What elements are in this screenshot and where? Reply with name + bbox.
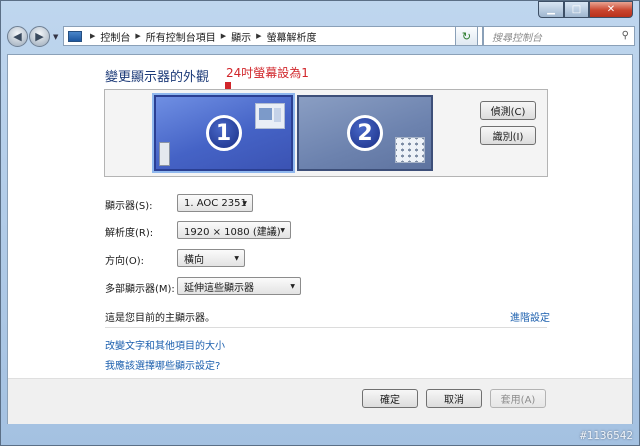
chevron-right-icon[interactable]: ▶ — [90, 32, 95, 40]
taskbar-thumbnail-icon — [159, 142, 170, 166]
content-panel: 變更顯示器的外觀 24吋螢幕設為1 1 2 偵測(C) 識別(I) 顯示器(S)… — [7, 54, 633, 424]
multiple-displays-select-value: 延伸這些顯示器 — [184, 282, 254, 294]
recent-pages-dropdown-icon[interactable]: ▼ — [53, 33, 58, 41]
app-grid-thumbnail-icon — [395, 137, 425, 163]
forward-arrow-icon: ▶ — [35, 30, 44, 43]
multiple-displays-select[interactable]: 延伸這些顯示器 ▼ — [177, 277, 301, 295]
chevron-down-icon: ▼ — [290, 283, 295, 290]
monitor-number-badge: 2 — [347, 115, 383, 151]
breadcrumb-control-panel[interactable]: 控制台 — [100, 29, 130, 44]
back-button[interactable]: ◀ — [7, 26, 28, 47]
monitor-1[interactable]: 1 — [152, 93, 295, 173]
breadcrumb-screen-resolution[interactable]: 螢幕解析度 — [267, 29, 317, 44]
orientation-select-value: 橫向 — [184, 254, 204, 266]
display-select-value: 1. AOC 2351 — [184, 197, 247, 209]
text-size-link[interactable]: 改變文字和其他項目的大小 — [105, 337, 225, 352]
page-title: 變更顯示器的外觀 — [105, 70, 210, 85]
identify-button[interactable]: 識別(I) — [480, 126, 536, 145]
resolution-select[interactable]: 1920 × 1080 (建議) ▼ — [177, 221, 291, 239]
divider — [105, 327, 547, 328]
monitor-2[interactable]: 2 — [297, 95, 433, 171]
orientation-label: 方向(O): — [105, 256, 145, 267]
window-thumbnail-icon — [255, 103, 285, 129]
chevron-right-icon[interactable]: ▶ — [256, 32, 261, 40]
chevron-down-icon: ▼ — [234, 255, 239, 262]
chevron-down-icon: ▼ — [280, 227, 285, 234]
primary-display-note: 這是您目前的主顯示器。 — [105, 313, 215, 324]
close-icon: ✕ — [606, 3, 616, 15]
address-bar[interactable]: ▶ 控制台 ▶ 所有控制台項目 ▶ 顯示 ▶ 螢幕解析度 ▼ — [63, 26, 483, 46]
display-settings-window: ▁ □ ✕ ◀ ▶ ▼ ▶ 控制台 ▶ 所有控制台項目 ▶ 顯示 ▶ 螢幕解析度… — [0, 0, 640, 446]
annotation-text: 24吋螢幕設為1 — [226, 66, 309, 80]
dialog-footer: 確定 取消 套用(A) — [8, 378, 632, 424]
advanced-settings-link[interactable]: 進階設定 — [510, 309, 550, 324]
window-controls: ▁ □ ✕ — [538, 1, 633, 18]
display-label: 顯示器(S): — [105, 201, 153, 212]
chevron-right-icon[interactable]: ▶ — [221, 32, 226, 40]
cancel-button[interactable]: 取消 — [426, 389, 482, 408]
display-select[interactable]: 1. AOC 2351 ▼ — [177, 194, 253, 212]
back-arrow-icon: ◀ — [13, 30, 22, 43]
resolution-select-value: 1920 × 1080 (建議) — [184, 226, 281, 238]
chevron-right-icon[interactable]: ▶ — [135, 32, 140, 40]
navigation-bar: ◀ ▶ ▼ ▶ 控制台 ▶ 所有控制台項目 ▶ 顯示 ▶ 螢幕解析度 ▼ ↻ 搜… — [7, 23, 635, 51]
resolution-label: 解析度(R): — [105, 228, 154, 239]
chevron-down-icon: ▼ — [242, 200, 247, 207]
maximize-button[interactable]: □ — [564, 1, 589, 18]
multiple-displays-label: 多部顯示器(M): — [105, 284, 175, 295]
control-panel-icon — [68, 30, 82, 42]
watermark: #1136542 — [580, 429, 633, 442]
refresh-icon: ↻ — [461, 29, 472, 43]
detect-button[interactable]: 偵測(C) — [480, 101, 536, 120]
breadcrumb-all-items[interactable]: 所有控制台項目 — [146, 29, 216, 44]
search-icon[interactable]: ⚲ — [622, 30, 629, 41]
which-settings-link[interactable]: 我應該選擇哪些顯示設定? — [105, 357, 220, 372]
ok-button[interactable]: 確定 — [362, 389, 418, 408]
maximize-icon: □ — [571, 3, 582, 15]
minimize-button[interactable]: ▁ — [538, 1, 564, 18]
refresh-button[interactable]: ↻ — [455, 26, 478, 46]
forward-button[interactable]: ▶ — [29, 26, 50, 47]
minimize-icon: ▁ — [547, 3, 555, 15]
search-placeholder: 搜尋控制台 — [492, 32, 542, 44]
close-button[interactable]: ✕ — [589, 1, 633, 18]
apply-button[interactable]: 套用(A) — [490, 389, 546, 408]
monitor-number-badge: 1 — [205, 115, 242, 151]
orientation-select[interactable]: 橫向 ▼ — [177, 249, 245, 267]
search-input[interactable]: 搜尋控制台 ⚲ — [483, 26, 635, 46]
breadcrumb-display[interactable]: 顯示 — [231, 29, 251, 44]
